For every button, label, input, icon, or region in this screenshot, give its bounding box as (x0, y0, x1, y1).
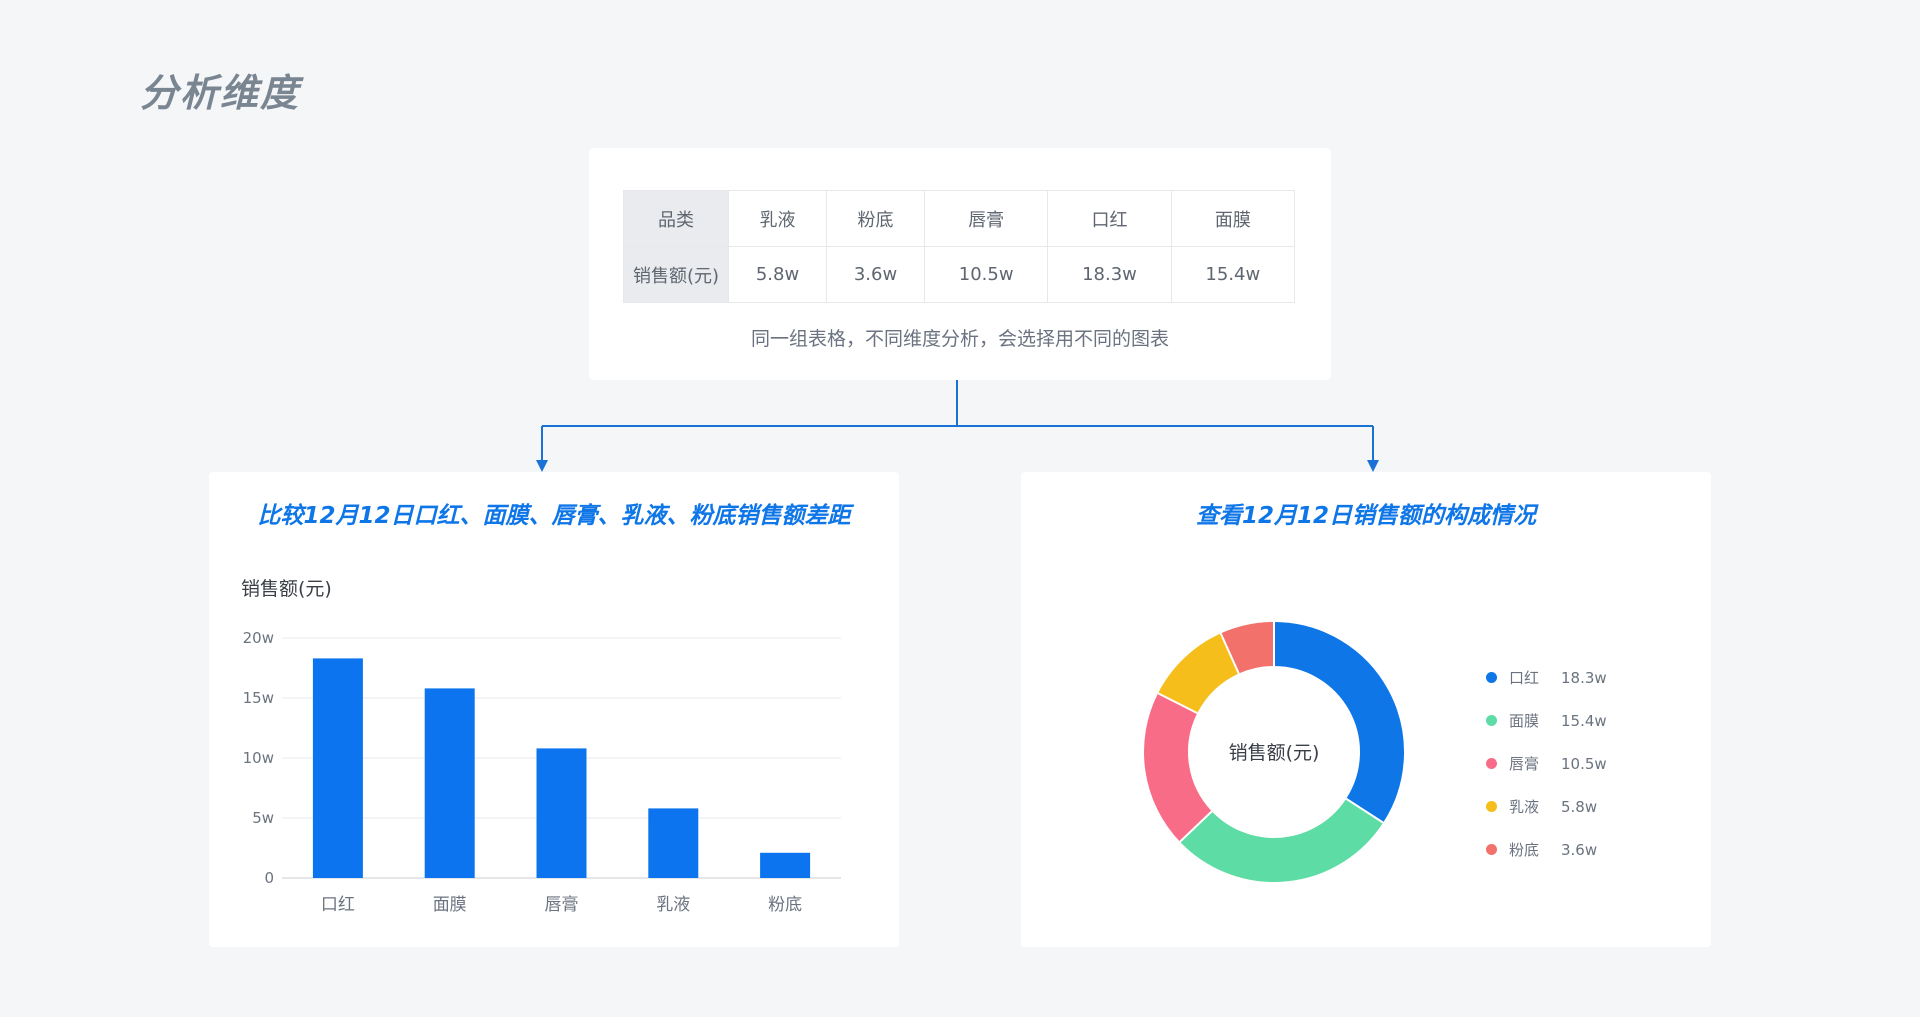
legend-label: 口红 (1509, 669, 1540, 687)
x-tick-label: 粉底 (768, 895, 802, 915)
bar (312, 658, 363, 878)
legend-value: 3.6w (1561, 840, 1598, 859)
donut-center-label: 销售额(元) (1229, 742, 1320, 764)
arrow-down-icon (1367, 460, 1379, 472)
donut-slice (1158, 633, 1240, 714)
legend-dot-icon (1486, 758, 1497, 769)
arrow-down-icon (536, 460, 548, 472)
donut-slice (1144, 693, 1213, 842)
donut-slice (1179, 798, 1384, 882)
legend-item: 乳液 5.8w (1486, 785, 1607, 828)
legend-label: 粉底 (1509, 841, 1540, 859)
y-tick-label: 5w (252, 809, 274, 827)
donut-slice (1273, 622, 1404, 823)
y-tick-label: 10w (243, 749, 274, 767)
legend-label: 乳液 (1509, 798, 1540, 816)
y-tick-label: 20w (243, 629, 274, 647)
legend-item: 面膜 15.4w (1486, 699, 1607, 742)
legend-item: 唇膏 10.5w (1486, 742, 1607, 785)
bar (424, 688, 475, 878)
bar-chart-card: 比较12月12日口红、面膜、唇膏、乳液、粉底销售额差距 销售额(元) 0 5w 10… (209, 472, 899, 947)
legend-label: 唇膏 (1509, 755, 1540, 773)
bar (536, 748, 587, 878)
bar (648, 808, 699, 878)
legend-value: 18.3w (1561, 668, 1607, 687)
donut-legend: 口红 18.3w 面膜 15.4w 唇膏 10.5w 乳液 5.8w 粉底 3.6w (1486, 656, 1607, 871)
donut-chart-card: 查看12月12日销售额的构成情况 销售额(元) 口红 18.3w 面膜 15.4w 唇膏… (1021, 472, 1711, 947)
legend-dot-icon (1486, 715, 1497, 726)
x-tick-label: 唇膏 (545, 894, 579, 915)
legend-item: 粉底 3.6w (1486, 828, 1607, 871)
donut-slice (1220, 622, 1275, 674)
y-tick-label: 15w (243, 689, 274, 707)
legend-value: 15.4w (1561, 711, 1607, 730)
bar-chart: 0 5w 10w 15w 20w 口红 面膜 唇膏 乳液 粉底 (243, 629, 841, 915)
x-tick-label: 面膜 (433, 895, 467, 915)
donut-chart: 销售额(元) (1144, 622, 1404, 882)
legend-value: 5.8w (1561, 797, 1598, 816)
y-tick-label: 0 (264, 869, 274, 887)
legend-label: 面膜 (1509, 712, 1540, 730)
x-tick-label: 口红 (321, 895, 355, 915)
legend-dot-icon (1486, 672, 1497, 683)
legend-value: 10.5w (1561, 754, 1607, 773)
legend-dot-icon (1486, 844, 1497, 855)
x-tick-label: 乳液 (656, 895, 690, 915)
bar (760, 852, 811, 878)
legend-item: 口红 18.3w (1486, 656, 1607, 699)
legend-dot-icon (1486, 801, 1497, 812)
